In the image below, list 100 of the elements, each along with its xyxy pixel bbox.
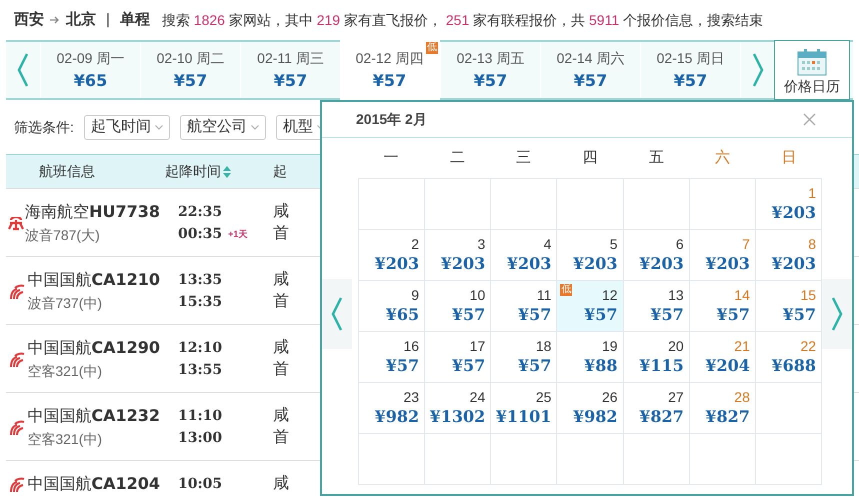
- calendar-day[interactable]: 6 ¥203: [624, 230, 690, 281]
- table-cell-text: 咸: [273, 338, 289, 358]
- departure-time: 22:35: [178, 203, 224, 222]
- flight-name: 中国国航CA1232: [27, 405, 160, 427]
- departure-time: 11:10: [178, 407, 224, 426]
- flight-name: 中国国航CA1210: [27, 269, 160, 291]
- date-tab[interactable]: 02-09 周一 ¥65: [40, 42, 140, 98]
- weekday-label: 六: [714, 148, 732, 168]
- arrival-time: 13:00: [178, 429, 222, 448]
- table-cell-text: 咸: [273, 270, 289, 290]
- flight-name: 海南航空HU7738: [25, 201, 160, 223]
- low-price-badge: 低: [560, 284, 572, 296]
- calendar-day[interactable]: 14 ¥57: [690, 281, 756, 332]
- search-summary: 搜索 1826 家网站，其中 219 家有直飞报价， 251 家有联程报价，共 5911 个报价信息，搜索结束: [162, 10, 764, 30]
- airline-logo-icon: [8, 284, 25, 300]
- chevron-left-icon: [17, 53, 29, 87]
- chevron-right-icon: [831, 297, 844, 331]
- calendar-day[interactable]: 27 ¥827: [624, 383, 690, 434]
- flight-name: 中国国航CA1204: [27, 473, 160, 495]
- next-month-button[interactable]: [822, 279, 852, 349]
- origin-city: 西安: [14, 10, 44, 30]
- departure-time: 12:10: [178, 339, 224, 358]
- calendar-day[interactable]: 21 ¥204: [690, 332, 756, 383]
- date-tab[interactable]: 02-10 周二 ¥57: [140, 42, 240, 98]
- chevron-right-icon: [752, 53, 764, 87]
- calendar-day[interactable]: 15 ¥57: [756, 281, 822, 332]
- aircraft-type: 波音787(大): [25, 226, 101, 245]
- calendar-day[interactable]: 19 ¥88: [557, 332, 624, 383]
- flight-name: 中国国航CA1290: [27, 337, 160, 359]
- close-button[interactable]: [803, 113, 816, 126]
- low-price-badge: 低: [426, 42, 438, 54]
- aircraft-type: 空客321(中): [27, 362, 104, 381]
- calendar-day[interactable]: 9 ¥65: [358, 281, 426, 332]
- calendar-day[interactable]: 25 ¥1101: [491, 383, 558, 434]
- arrow-icon: [50, 16, 60, 24]
- column-header: 起降时间: [165, 162, 221, 181]
- calendar-day[interactable]: 17 ¥57: [425, 332, 492, 383]
- date-tab[interactable]: 02-13 周五 ¥57: [440, 42, 540, 98]
- arrival-time: 00:35: [178, 225, 222, 244]
- weekday-label: 一: [382, 148, 400, 168]
- departure-time: 13:35: [178, 271, 224, 290]
- calendar-day[interactable]: 1 ¥203: [756, 179, 822, 230]
- arrival-time: 15:35: [178, 293, 222, 312]
- calendar-day[interactable]: 12 ¥57 低: [557, 281, 624, 332]
- table-cell-text: 咸: [273, 474, 289, 494]
- table-cell-text: 首: [273, 224, 289, 244]
- airline-logo-icon: [8, 216, 24, 230]
- sort-icon: [223, 166, 231, 178]
- close-icon: [803, 113, 816, 126]
- calendar-day[interactable]: 18 ¥57: [491, 332, 558, 383]
- table-cell-text: 首: [273, 360, 289, 380]
- column-header: 起: [273, 162, 287, 181]
- calendar-day[interactable]: 23 ¥982: [358, 383, 426, 434]
- destination-city: 北京: [66, 10, 96, 30]
- calendar-day[interactable]: 7 ¥203: [690, 230, 756, 281]
- aircraft-type: 空客321(中): [27, 430, 104, 449]
- calendar-icon: [797, 48, 827, 76]
- departure-time: 10:05: [178, 475, 224, 494]
- table-cell-text: 咸: [273, 406, 289, 426]
- calendar-day[interactable]: 22 ¥688: [756, 332, 822, 383]
- next-day-label: +1天: [228, 228, 248, 241]
- calendar-day[interactable]: 28 ¥827: [690, 383, 756, 434]
- price-calendar-button[interactable]: 价格日历: [774, 40, 850, 100]
- aircraft-type: 波音737(中): [27, 294, 104, 313]
- weekday-label: 五: [648, 148, 665, 168]
- calendar-day[interactable]: 11 ¥57: [491, 281, 558, 332]
- date-tab[interactable]: 02-15 周日 ¥57: [640, 42, 740, 98]
- calendar-day[interactable]: 10 ¥57: [425, 281, 492, 332]
- table-cell-text: 首: [273, 292, 289, 312]
- airline-logo-icon: [8, 420, 25, 436]
- chevron-down-icon: [154, 124, 163, 130]
- calendar-day[interactable]: 3 ¥203: [425, 230, 492, 281]
- trip-type: 单程: [120, 10, 150, 30]
- calendar-day[interactable]: 2 ¥203: [358, 230, 426, 281]
- previous-month-button[interactable]: [322, 279, 352, 349]
- weekday-label: 四: [581, 148, 598, 168]
- calendar-day[interactable]: 8 ¥203: [756, 230, 822, 281]
- filter-dropdown[interactable]: 航空公司: [180, 114, 266, 140]
- filter-dropdown[interactable]: 起飞时间: [84, 114, 170, 140]
- date-tab[interactable]: 02-14 周六 ¥57: [540, 42, 640, 98]
- weekday-label: 三: [515, 148, 532, 168]
- chevron-left-icon: [330, 297, 343, 331]
- calendar-day[interactable]: 4 ¥203: [491, 230, 558, 281]
- airline-logo-icon: [8, 352, 25, 368]
- calendar-day[interactable]: 5 ¥203: [557, 230, 624, 281]
- calendar-day[interactable]: 24 ¥1302: [425, 383, 492, 434]
- calendar-day[interactable]: 13 ¥57: [624, 281, 690, 332]
- table-cell-text: 咸: [273, 202, 289, 222]
- separator: |: [105, 10, 111, 30]
- filter-label: 筛选条件:: [14, 118, 74, 136]
- calendar-day[interactable]: 16 ¥57: [358, 332, 426, 383]
- arrival-time: 13:55: [178, 361, 222, 380]
- weekday-label: 日: [780, 148, 798, 168]
- calendar-title: 2015年 2月: [356, 110, 427, 129]
- weekday-label: 二: [448, 148, 466, 168]
- calendar-day[interactable]: 26 ¥982: [557, 383, 624, 434]
- date-tab[interactable]: 02-12 周四 ¥57 低: [340, 40, 440, 100]
- calendar-day[interactable]: 20 ¥115: [624, 332, 690, 383]
- column-header: 航班信息: [39, 162, 95, 181]
- chevron-down-icon: [250, 124, 259, 130]
